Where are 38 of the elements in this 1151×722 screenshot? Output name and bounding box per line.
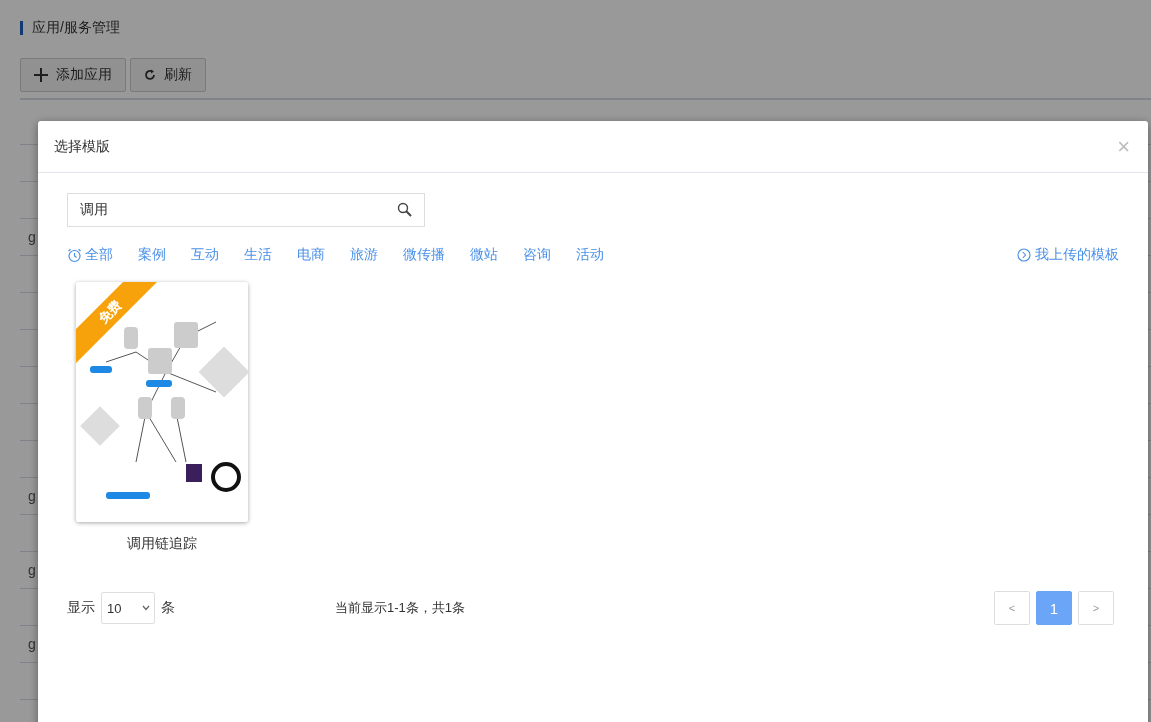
table-cell: g — [28, 229, 36, 245]
chevron-down-icon — [142, 605, 150, 611]
category-link[interactable]: 微站 — [470, 246, 498, 264]
close-button[interactable]: × — [1117, 135, 1130, 158]
page-button[interactable]: 1 — [1036, 591, 1072, 625]
category-link[interactable]: 互动 — [191, 246, 219, 264]
page-title: 应用/服务管理 — [32, 19, 120, 37]
show-label: 显示 — [67, 599, 95, 617]
ribbon-label: 免费 — [94, 296, 126, 328]
table-cell: g — [28, 562, 36, 578]
plus-icon — [34, 68, 48, 82]
category-link[interactable]: 活动 — [576, 246, 604, 264]
category-link[interactable]: 案例 — [138, 246, 166, 264]
refresh-icon — [144, 69, 156, 81]
template-card[interactable]: 免费 — [76, 282, 248, 522]
category-link[interactable]: 全部 — [67, 246, 113, 264]
refresh-button[interactable]: 刷新 — [130, 58, 206, 92]
category-link[interactable]: 咨询 — [523, 246, 551, 264]
table-cell: g — [28, 636, 36, 652]
page-size-select[interactable]: 10 — [101, 592, 155, 624]
page-summary: 当前显示1-1条，共1条 — [335, 599, 466, 617]
alarm-clock-icon — [67, 247, 82, 263]
chevron-circle-icon — [1017, 248, 1031, 262]
dialog-title: 选择模版 — [54, 137, 110, 156]
my-templates-link[interactable]: 我上传的模板 — [1017, 246, 1119, 264]
unit-label: 条 — [161, 599, 175, 617]
category-link[interactable]: 电商 — [297, 246, 325, 264]
previous-page-button[interactable]: < — [994, 591, 1030, 625]
title-marker — [20, 21, 23, 35]
template-name: 调用链追踪 — [127, 535, 197, 553]
next-page-button[interactable]: > — [1078, 591, 1114, 625]
category-link[interactable]: 旅游 — [350, 246, 378, 264]
search-field[interactable]: 调用 — [67, 193, 425, 227]
add-button[interactable]: 添加应用 — [20, 58, 126, 92]
category-link[interactable]: 生活 — [244, 246, 272, 264]
table-cell: g — [28, 488, 36, 504]
search-icon — [397, 202, 412, 217]
category-link[interactable]: 微传播 — [403, 246, 445, 264]
